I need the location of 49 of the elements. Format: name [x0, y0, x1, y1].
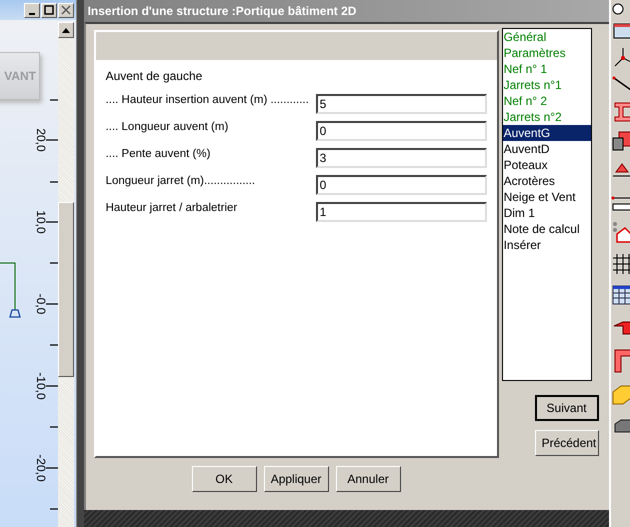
- input-field[interactable]: 0: [316, 121, 487, 141]
- input-field[interactable]: 3: [316, 148, 487, 168]
- scrollbar[interactable]: [58, 22, 74, 527]
- step-item[interactable]: Note de calcul: [502, 221, 591, 237]
- step-item[interactable]: Général: [502, 29, 591, 45]
- nav-button[interactable]: Suivant: [534, 395, 599, 421]
- step-item[interactable]: Neige et Vent: [502, 189, 591, 205]
- maximize-icon: [44, 5, 54, 15]
- dialog-title: Insertion d'une structure :Portique bâtiment 2D: [84, 0, 609, 22]
- step-item[interactable]: Paramètres: [502, 45, 591, 61]
- maximize-button[interactable]: [40, 2, 57, 18]
- input-field[interactable]: 0: [316, 175, 487, 195]
- input-field[interactable]: 5: [316, 94, 487, 114]
- nav-button[interactable]: Précédent: [534, 430, 599, 456]
- dialog-button[interactable]: Appliquer: [264, 466, 329, 492]
- step-item[interactable]: Nef n° 2: [502, 93, 591, 109]
- step-item[interactable]: Jarrets n°1: [502, 77, 591, 93]
- step-item[interactable]: AuventD: [502, 141, 591, 157]
- axis-label: 10,0: [34, 209, 48, 236]
- step-item[interactable]: AuventG: [502, 125, 591, 141]
- field-label: .... Longueur auvent (m): [106, 121, 228, 133]
- axis-label: -0,0: [34, 292, 48, 316]
- dialog-button[interactable]: Annuler: [336, 466, 401, 492]
- axis-label: -10,0: [34, 371, 48, 401]
- field-label: Hauteur jarret / arbaletrier: [106, 202, 238, 214]
- close-icon: [60, 5, 71, 15]
- field-label: .... Pente auvent (%): [106, 148, 210, 160]
- step-item[interactable]: Insérer: [502, 237, 591, 253]
- step-item[interactable]: Nef n° 1: [502, 61, 591, 77]
- axis-label: -20,0: [34, 453, 48, 483]
- step-item[interactable]: Jarrets n°2: [502, 109, 591, 125]
- step-item[interactable]: Dim 1: [502, 205, 591, 221]
- field-label: Longueur jarret (m)................: [106, 175, 256, 187]
- field-label: .... Hauteur insertion auvent (m) ............: [106, 94, 309, 106]
- step-item[interactable]: Acrotères: [502, 173, 591, 189]
- minimize-icon: [28, 12, 35, 14]
- section-title: Auvent de gauche: [106, 68, 204, 85]
- window-icon[interactable]: [610, 22, 630, 40]
- input-field[interactable]: 1: [316, 202, 487, 222]
- scroll-thumb[interactable]: [58, 202, 74, 377]
- snow-icon[interactable]: [610, 220, 630, 244]
- step-item[interactable]: Poteaux: [502, 157, 591, 173]
- close-button[interactable]: [58, 2, 74, 18]
- up-arrow-icon: [62, 28, 70, 32]
- axis-label: 20,0: [34, 127, 48, 154]
- scroll-up-button[interactable]: [58, 22, 74, 38]
- dialog-button[interactable]: OK: [192, 466, 257, 492]
- blocks-icon[interactable]: [610, 130, 630, 152]
- minimize-button[interactable]: [24, 2, 40, 18]
